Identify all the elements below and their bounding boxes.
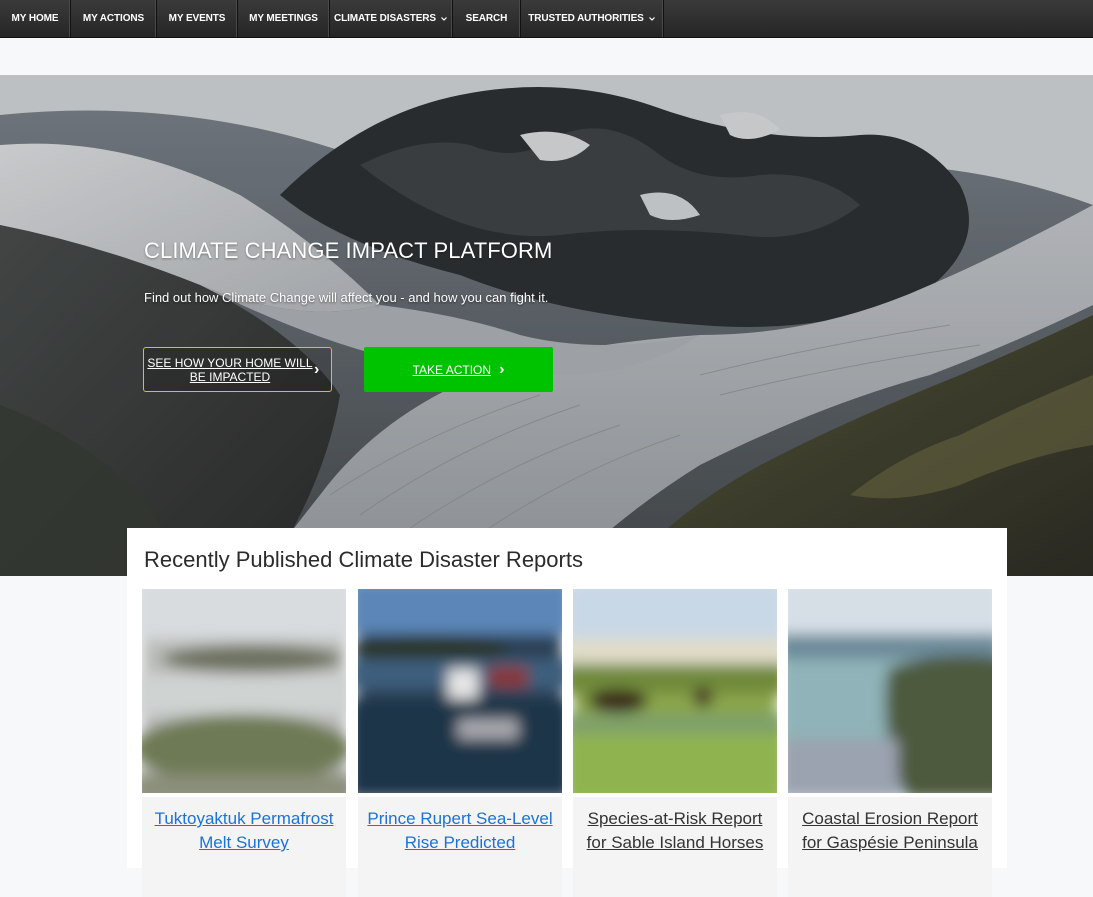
see-home-impact-label: SEE HOW YOUR HOME WILL BE IMPACTED [147,355,313,384]
chevron-right-icon: › [499,360,505,378]
report-thumbnail-image[interactable] [142,589,346,793]
take-action-button[interactable]: TAKE ACTION › [364,347,553,392]
chevron-down-icon [441,16,447,21]
nav-label: MY MEETINGS [249,13,318,24]
chevron-down-icon [648,16,655,21]
recent-reports-panel: Recently Published Climate Disaster Repo… [127,528,1007,897]
hero-title: CLIMATE CHANGE IMPACT PLATFORM [144,238,553,263]
nav-my-events[interactable]: MY EVENTS [157,0,238,37]
nav-label: MY HOME [11,13,59,24]
report-title-link[interactable]: Species-at-Risk Report for Sable Island … [577,807,773,855]
glacier-background-image [0,75,1093,576]
nav-search[interactable]: SEARCH [453,0,521,37]
nav-trusted-authorities[interactable]: TRUSTED AUTHORITIES [521,0,664,37]
nav-my-home[interactable]: MY HOME [0,0,71,37]
report-card[interactable]: Prince Rupert Sea-Level Rise Predicted [358,589,562,897]
nav-label: MY EVENTS [168,13,226,24]
report-thumbnail-image[interactable] [788,589,992,793]
nav-label: CLIMATE DISASTERS [333,13,436,24]
report-thumbnail-image[interactable] [358,589,562,793]
report-title-link[interactable]: Tuktoyaktuk Permafrost Melt Survey [146,807,342,855]
nav-label: MY ACTIONS [82,13,145,24]
hero-subtitle: Find out how Climate Change will affect … [144,290,549,305]
recent-reports-heading: Recently Published Climate Disaster Repo… [144,547,583,572]
report-card[interactable]: Coastal Erosion Report for Gaspésie Peni… [788,589,992,897]
see-home-impact-button[interactable]: SEE HOW YOUR HOME WILL BE IMPACTED › [143,347,332,392]
report-card[interactable]: Species-at-Risk Report for Sable Island … [573,589,777,897]
take-action-label: TAKE ACTION [412,362,492,377]
nav-climate-disasters[interactable]: CLIMATE DISASTERS [330,0,453,37]
report-card[interactable]: Tuktoyaktuk Permafrost Melt Survey [142,589,346,897]
nav-my-meetings[interactable]: MY MEETINGS [238,0,330,37]
nav-label: SEARCH [465,13,508,24]
hero-banner: CLIMATE CHANGE IMPACT PLATFORM Find out … [0,75,1093,576]
chevron-right-icon: › [314,360,320,378]
report-thumbnail-image[interactable] [573,589,777,793]
nav-my-actions[interactable]: MY ACTIONS [71,0,157,37]
report-title-link[interactable]: Coastal Erosion Report for Gaspésie Peni… [792,807,988,855]
report-title-link[interactable]: Prince Rupert Sea-Level Rise Predicted [362,807,558,855]
top-nav: MY HOME MY ACTIONS MY EVENTS MY MEETINGS… [0,0,1093,38]
nav-label: TRUSTED AUTHORITIES [528,13,644,24]
